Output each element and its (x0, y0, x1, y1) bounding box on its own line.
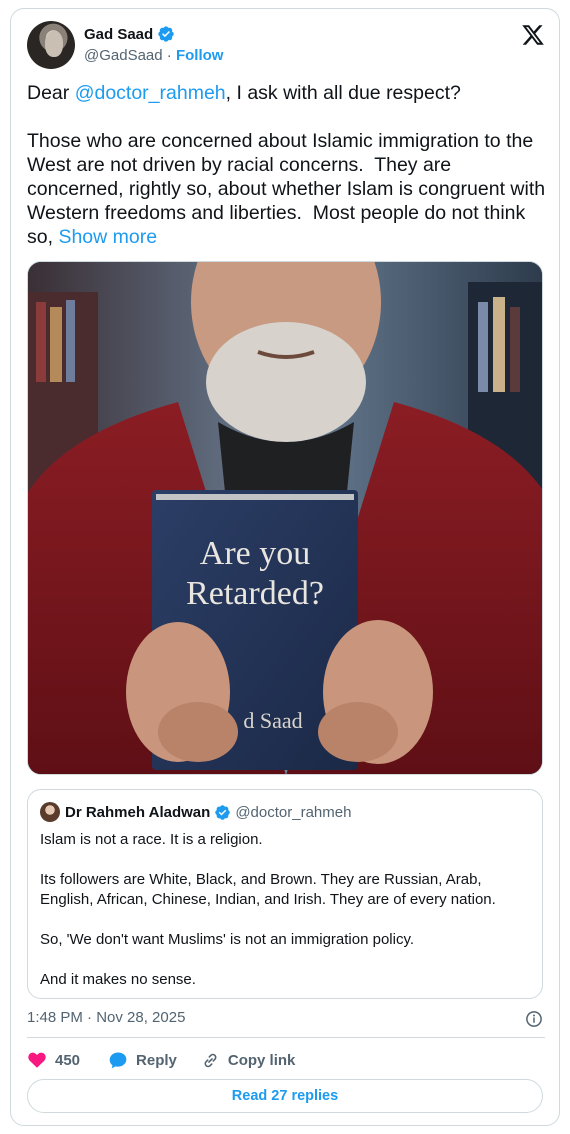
book-title-line1: Are you (200, 535, 310, 572)
follow-link[interactable]: Follow (176, 47, 224, 64)
action-bar: 450 Reply Copy link (27, 1049, 319, 1071)
reply-bubble-icon (109, 1052, 127, 1069)
like-count: 450 (55, 1051, 81, 1069)
book-author-text: d Saad (243, 708, 302, 733)
tweet-text-lead: Dear (27, 82, 75, 104)
quoted-tweet[interactable]: Dr Rahmeh Aladwan @doctor_rahmeh Islam i… (27, 789, 543, 999)
author-handle-row: @GadSaad · Follow (84, 47, 223, 64)
handle-separator: · (162, 47, 176, 64)
photo-illustration: Are you Retarded? d Saad (28, 262, 542, 774)
divider (27, 1037, 545, 1038)
quoted-author-handle: @doctor_rahmeh (235, 803, 352, 821)
author-handle[interactable]: @GadSaad (84, 47, 163, 64)
like-button[interactable]: 450 (27, 1050, 80, 1070)
read-replies-button[interactable]: Read 27 replies (27, 1079, 543, 1113)
quoted-author-name: Dr Rahmeh Aladwan (65, 803, 211, 821)
book-title-line2: Retarded? (186, 575, 324, 612)
x-logo-icon[interactable] (521, 23, 545, 47)
heart-icon (28, 1052, 46, 1068)
quoted-author-avatar (40, 802, 60, 822)
tweet-photo[interactable]: Are you Retarded? d Saad (27, 261, 543, 775)
verified-badge-icon (215, 804, 231, 820)
tweet-body: Dear @doctor_rahmeh, I ask with all due … (27, 81, 551, 249)
author-avatar[interactable] (27, 21, 75, 69)
quoted-paragraph: Its followers are White, Black, and Brow… (40, 871, 496, 908)
quoted-tweet-body: Islam is not a race. It is a religion. I… (40, 830, 530, 1010)
link-icon (204, 1053, 217, 1067)
copy-link-label: Copy link (227, 1051, 296, 1069)
verified-badge-icon (158, 26, 174, 42)
mention-link[interactable]: @doctor_rahmeh (75, 82, 226, 104)
tweet-timestamp[interactable]: 1:48 PM · Nov 28, 2025 (27, 1009, 185, 1026)
author-display-name[interactable]: Gad Saad (84, 26, 153, 43)
tweet-header: Gad Saad @GadSaad · Follow (27, 21, 545, 71)
reply-button[interactable]: Reply (108, 1050, 177, 1070)
copy-link-button[interactable]: Copy link (201, 1051, 296, 1070)
quoted-paragraph: And it makes no sense. (40, 971, 196, 988)
reply-label: Reply (136, 1051, 177, 1069)
tweet-embed-card: Gad Saad @GadSaad · Follow Dear @doctor_… (10, 8, 560, 1126)
tweet-text-main: , I ask with all due respect? Those who … (27, 82, 546, 248)
info-icon[interactable] (525, 1010, 543, 1028)
quoted-tweet-header: Dr Rahmeh Aladwan @doctor_rahmeh (40, 802, 351, 822)
author-name-row: Gad Saad (84, 25, 175, 43)
quoted-paragraph: Islam is not a race. It is a religion. (40, 831, 263, 848)
show-more-link[interactable]: Show more (58, 226, 157, 248)
quoted-paragraph: So, 'We don't want Muslims' is not an im… (40, 931, 415, 948)
